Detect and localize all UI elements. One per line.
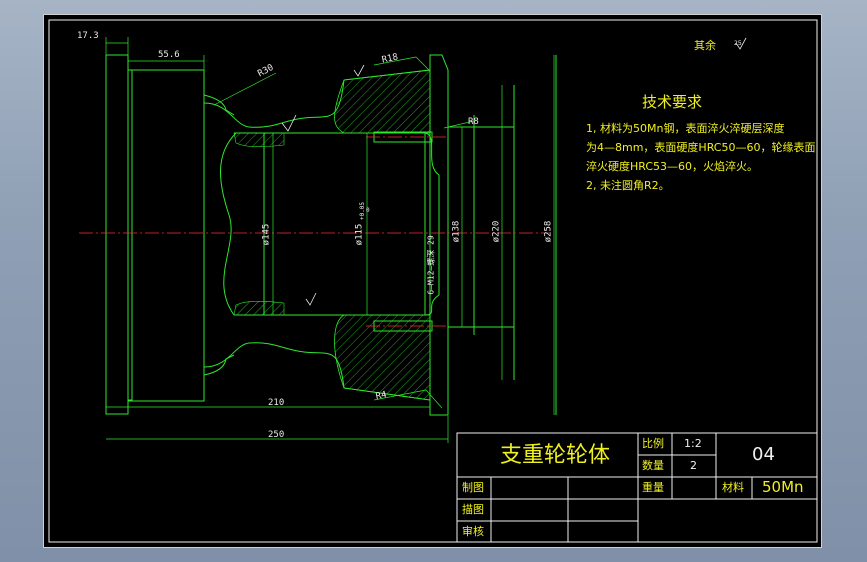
dim-phi115-tol-low: 0 xyxy=(366,207,370,214)
tech-req-line3: 淬火硬度HRC53—60，火焰淬火。 xyxy=(586,160,759,173)
tech-req-line2: 为4—8mm，表面硬度HRC50—60，轮缘表面 xyxy=(586,141,816,154)
tech-req-title: 技术要求 xyxy=(642,93,703,111)
weight-label: 重量 xyxy=(642,481,664,494)
dim-55-6: 55.6 xyxy=(158,50,180,60)
dim-phi145: ø145 xyxy=(261,223,272,246)
material-value: 50Mn xyxy=(762,478,804,496)
scale-value: 1:2 xyxy=(684,437,702,450)
roughness-value: 25 xyxy=(734,40,742,47)
tech-req-line1: 1, 材料为50Mn钢，表面淬火淬硬层深度 xyxy=(586,122,785,135)
lower-web-hatch xyxy=(233,300,285,316)
part-outline xyxy=(105,54,557,416)
drawing-sheet: 17.3 55.6 R30 R18 R8 R4 ø145 ø115 +0.05 … xyxy=(43,14,822,548)
checked-label: 审核 xyxy=(462,525,484,538)
scale-label: 比例 xyxy=(642,437,664,450)
drawn-label: 制图 xyxy=(462,481,484,494)
dim-phi258: ø258 xyxy=(543,220,554,243)
dim-17-3: 17.3 xyxy=(77,31,99,41)
dim-phi115: ø115 xyxy=(354,223,365,246)
tech-req-line4: 2, 未注圆角R2。 xyxy=(586,179,670,192)
part-name: 支重轮轮体 xyxy=(500,443,611,468)
dim-phi220: ø220 xyxy=(491,220,502,243)
drawing-number: 04 xyxy=(752,444,775,465)
dim-250: 250 xyxy=(268,430,285,440)
dim-tapped-holes: 6—M12—螺深 29 xyxy=(426,235,436,295)
material-label: 材料 xyxy=(722,481,744,494)
roughness-other-label: 其余 xyxy=(694,39,716,52)
qty-label: 数量 xyxy=(642,459,664,472)
dimension-lines xyxy=(105,37,555,443)
traced-label: 描图 xyxy=(462,503,484,516)
upper-web-hatch xyxy=(233,132,285,148)
lower-section-hatch xyxy=(334,314,431,401)
upper-section-hatch xyxy=(334,69,431,134)
dim-210: 210 xyxy=(268,398,285,408)
qty-value: 2 xyxy=(690,459,697,472)
dim-phi138: ø138 xyxy=(451,220,462,243)
dim-r8: R8 xyxy=(468,117,479,127)
